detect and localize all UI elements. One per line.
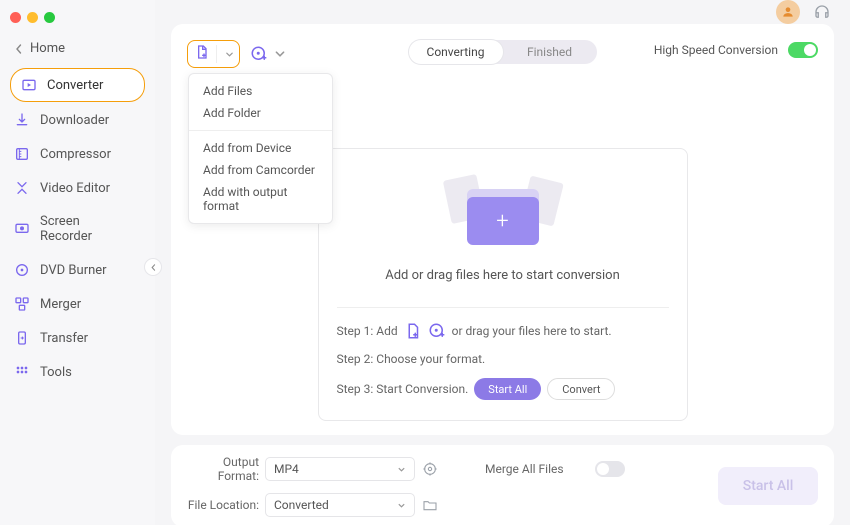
step-1-suffix: or drag your files here to start. (452, 324, 612, 338)
topbar (155, 0, 850, 24)
sidebar-item-merger[interactable]: Merger (0, 288, 145, 320)
sidebar: Home Converter Downloader Compressor Vid… (0, 0, 155, 525)
dropdown-option-add-from-camcorder[interactable]: Add from Camcorder (189, 159, 332, 181)
merge-toggle[interactable] (595, 461, 625, 477)
convert-mini-button[interactable]: Convert (547, 378, 615, 400)
dropzone-title: Add or drag files here to start conversi… (385, 268, 620, 283)
chevron-down-icon (274, 45, 286, 63)
hsc-toggle[interactable] (788, 42, 818, 58)
compressor-icon (14, 146, 30, 162)
hsc-label: High Speed Conversion (654, 43, 778, 57)
merger-icon (14, 296, 30, 312)
sidebar-item-transfer[interactable]: Transfer (0, 322, 145, 354)
output-format-select[interactable]: MP4 (265, 457, 415, 481)
dropdown-option-add-with-output-format[interactable]: Add with output format (189, 181, 332, 217)
sidebar-item-label: Compressor (40, 147, 111, 162)
downloader-icon (14, 112, 30, 128)
merge-label: Merge All Files (485, 462, 595, 476)
output-format-label: Output Format: (187, 455, 265, 483)
sidebar-item-label: Video Editor (40, 181, 110, 196)
sidebar-item-label: Screen Recorder (40, 214, 135, 244)
add-file-icon (404, 322, 422, 340)
start-all-button[interactable]: Start All (718, 467, 818, 505)
add-file-icon (194, 44, 210, 64)
screen-recorder-icon (14, 221, 30, 237)
folder-illustration: + (453, 179, 553, 254)
step-1: Step 1: Add or drag your files here to s… (337, 322, 669, 340)
nav-list: Converter Downloader Compressor Video Ed… (0, 68, 155, 390)
step-3: Step 3: Start Conversion. Start All Conv… (337, 378, 669, 400)
step-1-prefix: Step 1: Add (337, 324, 398, 338)
main: Add Files Add Folder Add from Device Add… (155, 0, 850, 525)
chevron-left-icon (149, 263, 158, 272)
start-all-mini-button[interactable]: Start All (474, 378, 541, 400)
disc-add-icon (428, 322, 446, 340)
home-link[interactable]: Home (0, 37, 155, 68)
tab-converting[interactable]: Converting (409, 40, 503, 64)
step-2-text: Step 2: Choose your format. (337, 352, 486, 366)
dropzone[interactable]: + Add or drag files here to start conver… (318, 148, 688, 421)
sidebar-item-video-editor[interactable]: Video Editor (0, 172, 145, 204)
chevron-left-icon (14, 44, 24, 54)
output-settings-button[interactable] (415, 461, 445, 477)
add-disc-button[interactable] (250, 45, 286, 63)
sidebar-item-dvd-burner[interactable]: DVD Burner (0, 254, 145, 286)
file-location-value: Converted (274, 498, 329, 512)
dropdown-option-add-folder[interactable]: Add Folder (189, 102, 332, 124)
sidebar-item-label: Tools (40, 365, 72, 380)
profile-button[interactable] (776, 0, 800, 24)
converter-icon (21, 77, 37, 93)
sidebar-item-screen-recorder[interactable]: Screen Recorder (0, 206, 145, 252)
steps: Step 1: Add or drag your files here to s… (337, 322, 669, 400)
content-card: Add Files Add Folder Add from Device Add… (171, 24, 834, 435)
tools-icon (14, 364, 30, 380)
chevron-down-icon (397, 465, 406, 474)
tab-finished[interactable]: Finished (503, 40, 597, 64)
chevron-down-icon (223, 50, 235, 59)
sidebar-item-label: Converter (47, 78, 103, 93)
sidebar-item-label: Merger (40, 297, 81, 312)
home-label: Home (30, 41, 65, 56)
video-editor-icon (14, 180, 30, 196)
collapse-sidebar-button[interactable] (144, 258, 162, 276)
support-button[interactable] (810, 0, 834, 24)
headset-icon (813, 3, 831, 21)
sidebar-item-downloader[interactable]: Downloader (0, 104, 145, 136)
file-location-select[interactable]: Converted (265, 493, 415, 517)
sidebar-item-label: DVD Burner (40, 263, 107, 278)
step-2: Step 2: Choose your format. (337, 352, 669, 366)
sidebar-item-tools[interactable]: Tools (0, 356, 145, 388)
open-folder-button[interactable] (415, 497, 445, 513)
sidebar-item-converter[interactable]: Converter (10, 68, 145, 102)
minimize-window-button[interactable] (27, 12, 38, 23)
window-controls (0, 6, 155, 37)
maximize-window-button[interactable] (44, 12, 55, 23)
dvd-burner-icon (14, 262, 30, 278)
transfer-icon (14, 330, 30, 346)
bottom-bar: Output Format: MP4 Merge All Files Start… (171, 445, 834, 527)
output-format-value: MP4 (274, 462, 299, 476)
tab-switch: Converting Finished (409, 40, 597, 64)
step-3-text: Step 3: Start Conversion. (337, 382, 469, 396)
file-location-label: File Location: (187, 498, 265, 512)
plus-icon: + (496, 209, 508, 234)
high-speed-conversion: High Speed Conversion (654, 42, 818, 58)
sidebar-item-label: Downloader (40, 113, 109, 128)
disc-add-icon (250, 45, 268, 63)
add-file-button[interactable] (187, 40, 240, 68)
chevron-down-icon (397, 501, 406, 510)
dropdown-option-add-files[interactable]: Add Files (189, 80, 332, 102)
close-window-button[interactable] (10, 12, 21, 23)
sidebar-item-label: Transfer (40, 331, 88, 346)
divider (337, 307, 669, 308)
sidebar-item-compressor[interactable]: Compressor (0, 138, 145, 170)
add-file-dropdown: Add Files Add Folder Add from Device Add… (188, 73, 333, 224)
dropdown-option-add-from-device[interactable]: Add from Device (189, 137, 332, 159)
user-icon (781, 5, 795, 19)
